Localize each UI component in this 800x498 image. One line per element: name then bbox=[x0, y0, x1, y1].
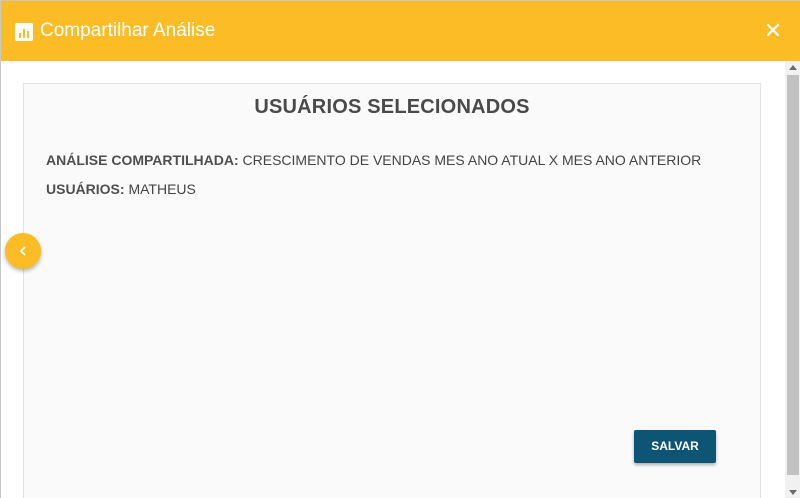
bar-chart-icon bbox=[15, 23, 33, 41]
shared-analysis-label: ANÁLISE COMPARTILHADA: bbox=[46, 152, 239, 168]
close-icon[interactable]: ✕ bbox=[763, 20, 783, 42]
users-label: USUÁRIOS: bbox=[46, 181, 125, 197]
share-analysis-dialog: Compartilhar Análise ✕ USUÁRIOS SELECION… bbox=[0, 0, 800, 498]
shared-analysis-line: ANÁLISE COMPARTILHADA: CRESCIMENTO DE VE… bbox=[46, 152, 701, 168]
users-value: MATHEUS bbox=[124, 181, 196, 197]
selected-users-card: USUÁRIOS SELECIONADOS ANÁLISE COMPARTILH… bbox=[23, 83, 761, 498]
previous-step-button[interactable] bbox=[5, 233, 41, 269]
users-line: USUÁRIOS: MATHEUS bbox=[46, 181, 196, 197]
shared-analysis-value: CRESCIMENTO DE VENDAS MES ANO ATUAL X ME… bbox=[238, 152, 702, 168]
scrollbar-thumb[interactable] bbox=[787, 75, 799, 475]
card-title: USUÁRIOS SELECIONADOS bbox=[254, 96, 530, 118]
scroll-up-arrow-icon[interactable] bbox=[785, 61, 800, 75]
scroll-down-arrow-icon[interactable] bbox=[785, 485, 800, 498]
chevron-left-icon bbox=[20, 246, 26, 256]
dialog-header: Compartilhar Análise ✕ bbox=[1, 1, 800, 61]
dialog-title: Compartilhar Análise bbox=[40, 20, 216, 41]
vertical-scrollbar[interactable] bbox=[785, 61, 800, 498]
save-button[interactable]: SALVAR bbox=[634, 430, 716, 463]
